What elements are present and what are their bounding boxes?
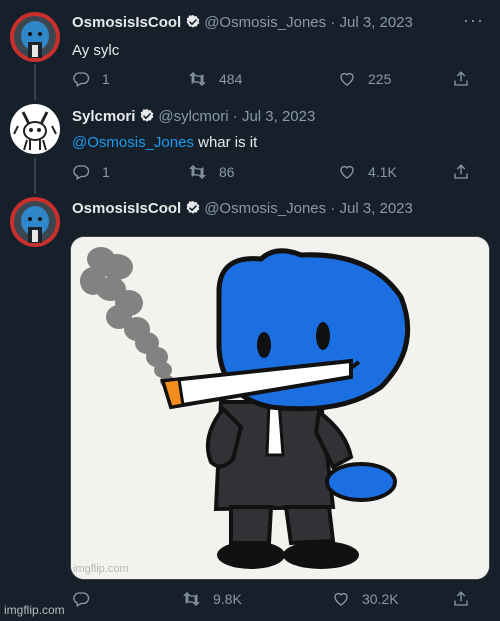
share-icon — [454, 164, 468, 179]
tweet-media-image[interactable]: imgflip.com — [70, 236, 490, 580]
like-count: 225 — [368, 71, 392, 87]
reply-button[interactable]: 1 — [72, 70, 110, 88]
tweet-actions: 1 86 4.1K — [72, 163, 482, 183]
reply-button[interactable]: 1 — [72, 163, 110, 181]
retweet-count: 484 — [219, 71, 243, 87]
like-icon — [340, 165, 354, 179]
reply-button[interactable] — [72, 590, 102, 608]
handle[interactable]: @sylcmori — [158, 108, 228, 125]
share-button[interactable] — [452, 590, 482, 608]
like-count: 30.2K — [362, 591, 399, 607]
tweet-text-body: whar is it — [193, 134, 258, 151]
thread-line — [34, 64, 36, 100]
verified-icon — [185, 200, 201, 220]
like-icon — [340, 72, 354, 86]
retweet-count: 86 — [219, 164, 235, 180]
reply-icon — [73, 72, 90, 87]
reply-icon — [73, 165, 90, 180]
thread-line — [34, 158, 36, 194]
media-watermark: imgflip.com — [73, 563, 129, 575]
share-icon — [454, 71, 468, 86]
retweet-button[interactable]: 484 — [188, 70, 242, 88]
share-button[interactable] — [452, 163, 482, 181]
display-name[interactable]: Sylcmori — [72, 108, 135, 125]
mention-link[interactable]: @Osmosis_Jones — [72, 134, 194, 151]
retweet-count: 9.8K — [213, 591, 242, 607]
reply-count: 1 — [102, 71, 110, 87]
display-name[interactable]: OsmosisIsCool — [72, 200, 181, 217]
verified-icon — [139, 108, 155, 128]
retweet-icon — [189, 165, 206, 179]
timestamp[interactable]: · Jul 3, 2023 — [330, 14, 413, 31]
like-count: 4.1K — [368, 164, 397, 180]
share-button[interactable] — [452, 70, 482, 88]
retweet-button[interactable]: 9.8K — [182, 590, 242, 608]
reply-icon — [73, 592, 90, 607]
share-icon — [454, 591, 468, 606]
cartoon-smoking-character-illustration — [71, 237, 489, 579]
timestamp[interactable]: · Jul 3, 2023 — [233, 108, 316, 125]
timestamp[interactable]: · Jul 3, 2023 — [330, 200, 413, 217]
imgflip-watermark: imgflip.com — [4, 603, 65, 617]
display-name[interactable]: OsmosisIsCool — [72, 14, 181, 31]
tweet-header: OsmosisIsCool @Osmosis_Jones · Jul 3, 202… — [72, 14, 413, 34]
more-icon[interactable]: ··· — [463, 10, 484, 31]
like-button[interactable]: 30.2K — [332, 590, 399, 608]
tweet-text: @Osmosis_Jones whar is it — [72, 134, 257, 151]
tweet-text: Ay sylc — [72, 42, 120, 59]
like-button[interactable]: 4.1K — [338, 163, 397, 181]
retweet-icon — [189, 72, 206, 86]
tweet-actions: 9.8K 30.2K — [72, 590, 482, 610]
like-button[interactable]: 225 — [338, 70, 391, 88]
retweet-icon — [183, 592, 200, 606]
retweet-button[interactable]: 86 — [188, 163, 235, 181]
like-icon — [334, 592, 348, 606]
handle[interactable]: @Osmosis_Jones — [204, 200, 326, 217]
tweet-actions: 1 484 225 — [72, 70, 482, 90]
avatar-osmosis[interactable] — [10, 197, 60, 247]
tweet-header: Sylcmori @sylcmori · Jul 3, 2023 — [72, 108, 315, 128]
reply-count: 1 — [102, 164, 110, 180]
tweet-header: OsmosisIsCool @Osmosis_Jones · Jul 3, 202… — [72, 200, 413, 220]
avatar-sylcmori[interactable] — [10, 104, 60, 154]
avatar-osmosis[interactable] — [10, 12, 60, 62]
verified-icon — [185, 14, 201, 34]
handle[interactable]: @Osmosis_Jones — [204, 14, 326, 31]
